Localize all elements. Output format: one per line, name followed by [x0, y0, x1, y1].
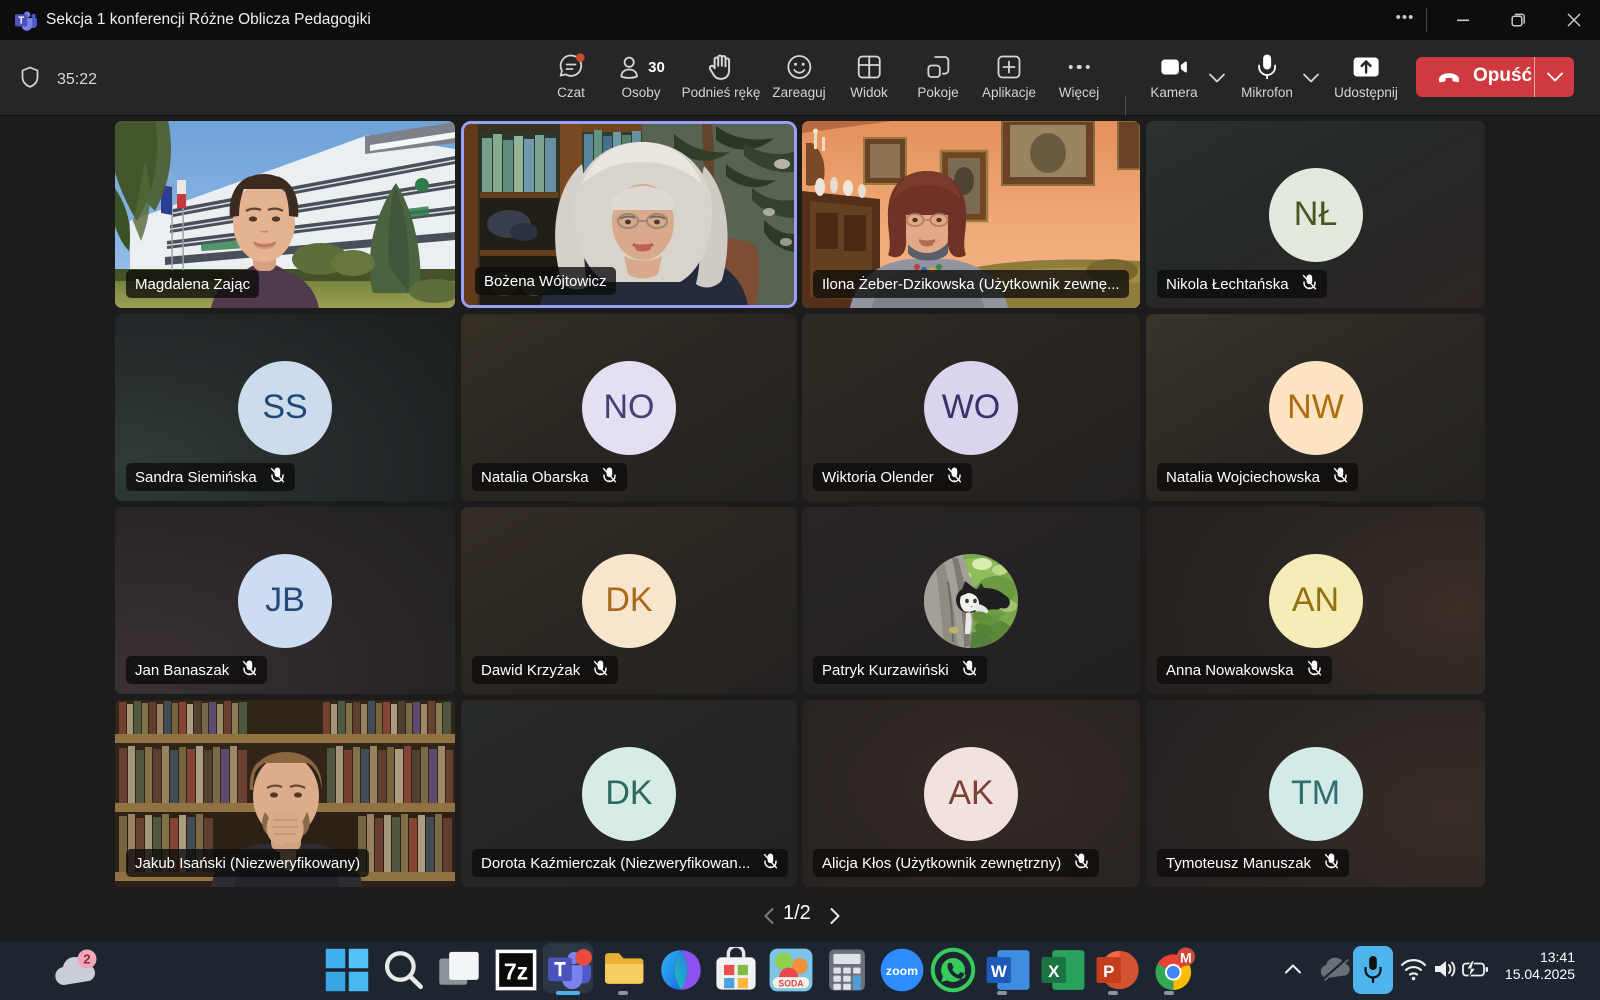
svg-text:M: M: [1180, 949, 1192, 965]
svg-text:X: X: [1048, 962, 1060, 981]
svg-text:zoom: zoom: [886, 964, 918, 978]
svg-text:P: P: [1103, 962, 1114, 981]
svg-text:2: 2: [83, 952, 90, 967]
svg-text:W: W: [991, 962, 1007, 981]
svg-text:7z: 7z: [504, 959, 528, 985]
svg-text:SODA: SODA: [778, 978, 804, 988]
